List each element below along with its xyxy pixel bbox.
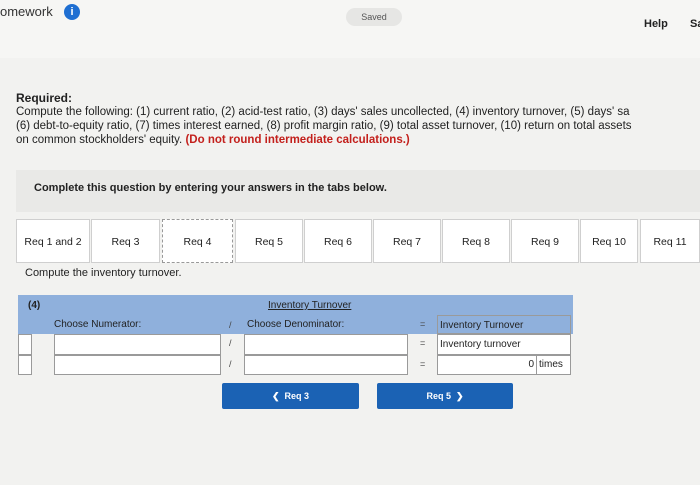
tab-req-9[interactable]: Req 9: [511, 219, 579, 263]
prev-req-button[interactable]: ❮ Req 3: [222, 383, 359, 409]
prev-req-label: Req 3: [284, 391, 310, 401]
panel-title: Complete this question by entering your …: [34, 182, 387, 194]
chevron-right-icon: ❯: [450, 391, 464, 401]
denominator-input-2[interactable]: [244, 355, 408, 375]
requirement-number: (4): [28, 300, 41, 311]
equals-symbol: =: [420, 319, 426, 329]
chevron-left-icon: ❮: [271, 391, 285, 401]
tab-req-4[interactable]: Req 4: [162, 219, 233, 263]
next-req-button[interactable]: Req 5 ❯: [377, 383, 513, 409]
numerator-input-2[interactable]: [54, 355, 221, 375]
req4-prompt: Compute the inventory turnover.: [25, 267, 182, 279]
inventory-turnover-table: (4) Inventory Turnover Choose Numerator:…: [18, 295, 573, 375]
warning-text: (Do not round intermediate calculations.…: [185, 134, 410, 146]
tab-req-6[interactable]: Req 6: [304, 219, 372, 263]
tab-req-8[interactable]: Req 8: [442, 219, 510, 263]
equals-symbol: =: [420, 359, 426, 369]
divide-symbol: /: [229, 359, 232, 369]
table-title: Inventory Turnover: [268, 300, 352, 311]
denominator-header: Choose Denominator:: [247, 319, 345, 330]
required-heading: Required:: [16, 91, 73, 105]
denominator-select-1[interactable]: [244, 334, 408, 355]
result-label: Inventory turnover: [440, 339, 521, 350]
saved-status-badge: Saved: [346, 8, 402, 26]
numerator-header: Choose Numerator:: [54, 319, 142, 330]
tab-req-5[interactable]: Req 5: [235, 219, 303, 263]
row-marker: [18, 355, 32, 375]
info-icon[interactable]: i: [64, 4, 80, 20]
result-header: Inventory Turnover: [440, 320, 524, 331]
result-unit: times: [539, 359, 563, 370]
question-instructions: Compute the following: (1) current ratio…: [16, 105, 700, 147]
next-req-label: Req 5: [426, 391, 451, 401]
divide-symbol: /: [229, 320, 232, 330]
unit-divider: [536, 355, 537, 375]
numerator-select-1[interactable]: [54, 334, 221, 355]
app-title: omework: [0, 4, 53, 19]
tab-req-11[interactable]: Req 11: [640, 219, 700, 263]
save-button[interactable]: Sa: [690, 18, 700, 30]
help-button[interactable]: Help: [644, 18, 668, 30]
divide-symbol: /: [229, 338, 232, 348]
tab-req-10[interactable]: Req 10: [580, 219, 638, 263]
equals-symbol: =: [420, 338, 426, 348]
tab-req-3[interactable]: Req 3: [91, 219, 160, 263]
tab-req-7[interactable]: Req 7: [373, 219, 441, 263]
row-marker: [18, 334, 32, 355]
result-value: 0: [528, 359, 534, 370]
tab-req-1-and-2[interactable]: Req 1 and 2: [16, 219, 90, 263]
